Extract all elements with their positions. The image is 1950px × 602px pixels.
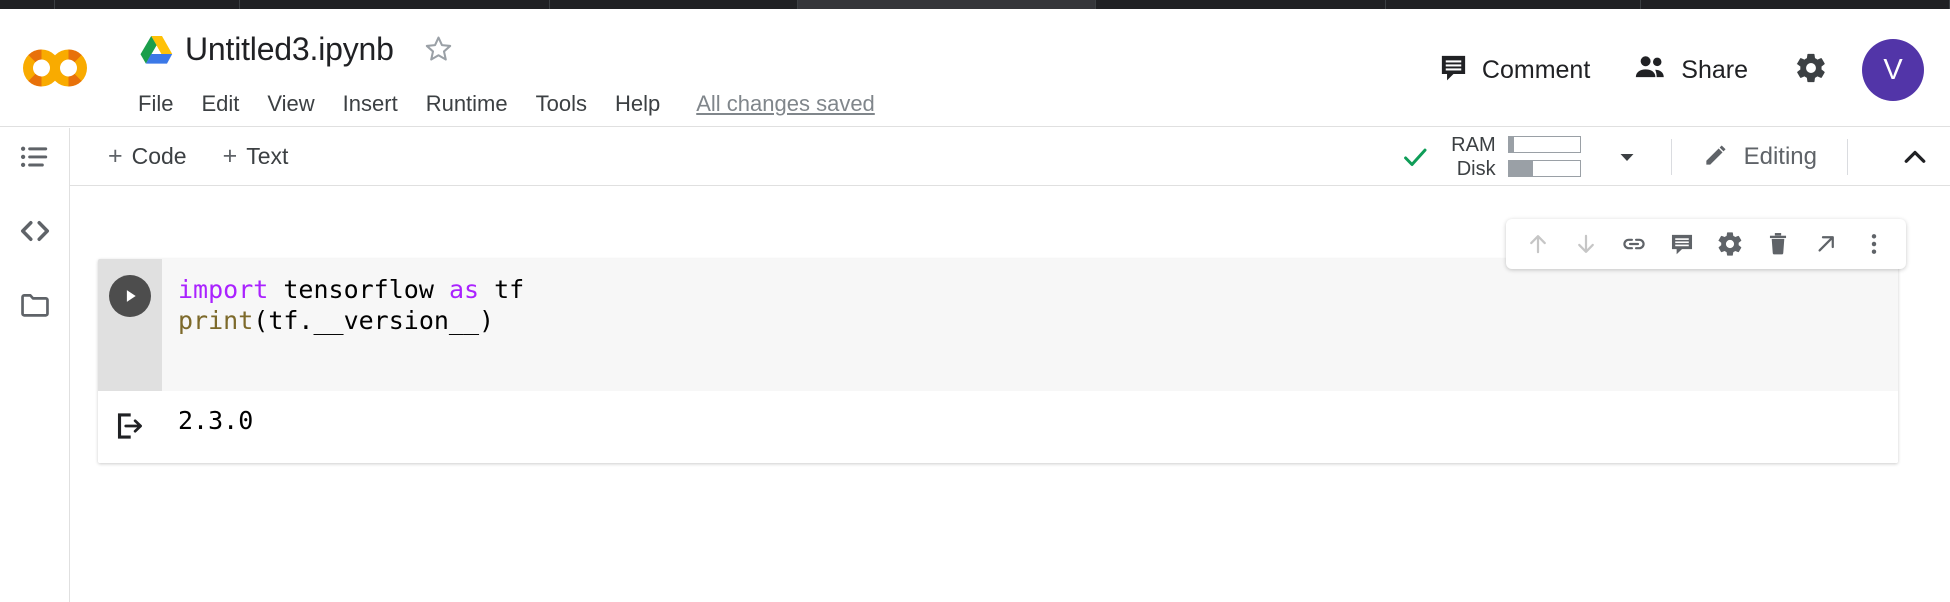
link-icon[interactable] [1610,220,1658,268]
notebook-cell: import tensorflow as tf print(tf.__versi… [98,259,1898,463]
ram-meter-row: RAM [1442,134,1581,156]
add-text-label: Text [246,143,289,169]
runtime-resources-button[interactable]: RAM Disk [1394,134,1645,180]
document-title-row: Untitled3.ipynb [140,31,455,68]
code-token: tf [494,275,525,304]
add-code-label: Code [131,143,187,169]
page-title[interactable]: Untitled3.ipynb [185,31,394,68]
browser-tab-4[interactable] [798,0,1096,9]
code-cell-row: import tensorflow as tf print(tf.__versi… [98,259,1898,391]
code-token: as [448,275,480,304]
cell-output-row: 2.3.0 [98,391,1898,463]
browser-tab-1[interactable] [55,0,240,9]
menu-item-help[interactable]: Help [601,91,674,117]
browser-tab-5[interactable] [1096,0,1386,9]
settings-button[interactable] [1770,51,1852,90]
menu-item-tools[interactable]: Tools [522,91,601,117]
code-token: tensorflow [268,275,449,304]
ram-label: RAM [1451,133,1496,156]
notebook-toolbar: + Code + Text RAM Disk Editing [70,128,1950,186]
header-actions: Comment Share V [1416,39,1924,101]
toolbar-right-group: RAM Disk Editing [1394,128,1950,186]
toolbar-add-buttons: + Code + Text [92,137,304,176]
open-in-new-icon[interactable] [1802,220,1850,268]
browser-tab-3[interactable] [550,0,798,9]
table-of-contents-icon[interactable] [14,136,56,178]
code-snippets-icon[interactable] [14,210,56,252]
code-token: print [178,305,254,335]
check-icon [1400,142,1430,172]
toolbar-divider [1670,138,1672,175]
browser-tab-7[interactable] [1641,0,1950,9]
delete-icon[interactable] [1754,220,1802,268]
chevron-up-icon[interactable] [1900,142,1930,172]
menu-item-edit[interactable]: Edit [187,91,253,117]
run-cell-gutter[interactable] [98,259,162,391]
browser-tab-strip [0,0,1950,9]
move-cell-up-icon[interactable] [1514,220,1562,268]
gear-icon [1794,51,1828,90]
cell-action-toolbar [1506,219,1906,269]
code-editor[interactable]: import tensorflow as tf print(tf.__versi… [162,259,1898,391]
cell-output-text: 2.3.0 [178,406,254,435]
avatar[interactable]: V [1862,39,1924,101]
editing-mode-button[interactable]: Editing [1698,140,1821,174]
comment-icon[interactable] [1658,220,1706,268]
notebook-area: import tensorflow as tf print(tf.__versi… [70,187,1950,602]
star-outline-icon[interactable] [422,33,455,66]
disk-label: Disk [1456,157,1496,180]
editing-label: Editing [1743,142,1817,170]
pencil-icon [1702,140,1731,174]
run-cell-button[interactable] [109,275,151,317]
comment-icon [1438,52,1469,88]
ram-meter [1507,136,1581,153]
more-options-icon[interactable] [1850,220,1898,268]
output-arrow-icon [98,405,162,443]
plus-icon: + [222,142,238,170]
caret-down-icon[interactable] [1615,145,1639,169]
menu-item-file[interactable]: File [138,91,187,117]
colab-logo[interactable] [18,43,96,93]
comment-button[interactable]: Comment [1416,52,1612,88]
move-cell-down-icon[interactable] [1562,220,1610,268]
add-text-cell-button[interactable]: + Text [207,137,305,176]
avatar-initial: V [1883,53,1903,86]
browser-tab-6[interactable] [1386,0,1641,9]
plus-icon: + [108,142,123,170]
menu-item-insert[interactable]: Insert [329,91,412,117]
disk-meter-row: Disk [1442,158,1581,180]
toolbar-divider-2 [1847,138,1848,175]
left-sidebar-rail [0,128,70,602]
resource-meters: RAM Disk [1442,134,1581,180]
browser-tab-0[interactable] [0,0,55,9]
add-code-cell-button[interactable]: + Code [92,137,203,176]
share-button[interactable]: Share [1612,52,1770,88]
share-label: Share [1681,55,1748,84]
comment-label: Comment [1481,55,1591,84]
menu-item-view[interactable]: View [253,91,328,117]
google-drive-icon [140,35,173,65]
browser-tab-2[interactable] [240,0,550,9]
files-icon[interactable] [14,284,56,326]
menu-bar: File Edit View Insert Runtime Tools Help… [138,91,875,117]
save-status-link[interactable]: All changes saved [696,91,875,117]
menu-item-runtime[interactable]: Runtime [412,91,522,117]
code-token: import [178,275,269,304]
code-token: (tf.__version__) [253,305,495,335]
people-icon [1634,52,1668,88]
gear-icon[interactable] [1706,220,1754,268]
app-header: Untitled3.ipynb File Edit View Insert Ru… [0,9,1950,127]
disk-meter [1507,160,1581,177]
